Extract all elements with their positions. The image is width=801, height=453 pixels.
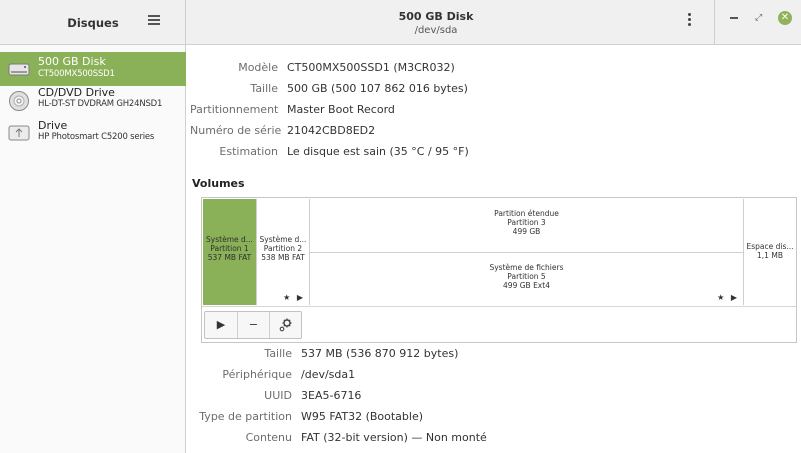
partition-size-label: Taille	[264, 347, 292, 360]
minimize-button[interactable]	[730, 17, 738, 19]
segment-line: Système d...	[206, 235, 253, 244]
segment-line: 1,1 MB	[757, 251, 783, 260]
partition-flags: ★ ▶	[283, 293, 305, 302]
hard-disk-icon	[8, 58, 30, 80]
sidebar-item-desc: CT500MX500SSD1	[38, 69, 115, 79]
partition-type-value: W95 FAT32 (Bootable)	[301, 410, 424, 423]
device-value: /dev/sda1	[301, 368, 356, 381]
segment-line: Système d...	[259, 235, 307, 244]
sidebar-item-name: 500 GB Disk	[38, 55, 106, 68]
content-label: Contenu	[245, 431, 292, 444]
sidebar-item-drive[interactable]: Drive HP Photosmart C5200 series	[0, 119, 186, 153]
segment-line: Partition 5	[507, 272, 546, 281]
segment-line: Partition 1	[210, 244, 249, 253]
partition-size-value: 537 MB (536 870 912 bytes)	[301, 347, 459, 360]
volumes-heading: Volumes	[192, 177, 245, 190]
assessment-value: Le disque est sain (35 °C / 95 °F)	[287, 145, 469, 158]
optical-disc-icon	[8, 90, 30, 112]
usb-drive-icon	[8, 122, 30, 144]
partition-5-segment[interactable]: Système de fichiers Partition 5 499 GB E…	[310, 252, 744, 305]
free-space-segment[interactable]: Espace dis... 1,1 MB	[744, 199, 796, 305]
size-label: Taille	[250, 82, 278, 95]
device-sidebar: 500 GB Disk CT500MX500SSD1 CD/DVD Drive …	[0, 45, 186, 453]
uuid-label: UUID	[264, 389, 292, 402]
disk-device-path: /dev/sda	[414, 25, 458, 36]
size-value: 500 GB (500 107 862 016 bytes)	[287, 82, 468, 95]
segment-line: Espace dis...	[746, 242, 794, 251]
sidebar-item-desc: HL-DT-ST DVDRAM GH24NSD1	[38, 99, 163, 109]
partition-2-segment[interactable]: Système d... Partition 2 538 MB FAT ★ ▶	[257, 199, 310, 305]
serial-label: Numéro de série	[190, 124, 282, 137]
sidebar-item-500gb-disk[interactable]: 500 GB Disk CT500MX500SSD1	[0, 52, 186, 86]
sidebar-item-cd-dvd-drive[interactable]: CD/DVD Drive HL-DT-ST DVDRAM GH24NSD1	[0, 86, 186, 120]
segment-line: Système de fichiers	[489, 263, 564, 272]
partition-flags: ★ ▶	[717, 293, 739, 302]
more-options-icon[interactable]	[687, 13, 693, 31]
sidebar-item-desc: HP Photosmart C5200 series	[38, 132, 155, 142]
disk-title: 500 GB Disk	[398, 10, 474, 23]
segment-line: 499 GB	[512, 227, 541, 236]
content-value: FAT (32-bit version) — Non monté	[301, 431, 487, 444]
segment-line: Partition étendue	[494, 209, 559, 218]
gears-icon[interactable]	[269, 312, 301, 338]
close-button[interactable]: ✕	[778, 11, 792, 25]
sidebar-header: Disques	[0, 0, 186, 45]
volumes-map: Système d... Partition 1 537 MB FAT Syst…	[201, 197, 797, 343]
uuid-value: 3EA5-6716	[301, 389, 362, 402]
header-bar: Disques 500 GB Disk /dev/sda ⤢ ✕	[0, 0, 801, 45]
model-value: CT500MX500SSD1 (M3CR032)	[287, 61, 455, 74]
header-divider	[714, 0, 715, 45]
sidebar-item-name: Drive	[38, 119, 68, 132]
segment-line: Partition 2	[263, 244, 303, 253]
delete-partition-button[interactable]: −	[237, 312, 269, 338]
serial-value: 21042CBD8ED2	[287, 124, 376, 137]
partitioning-label: Partitionnement	[190, 103, 279, 116]
model-label: Modèle	[238, 61, 278, 74]
assessment-label: Estimation	[219, 145, 278, 158]
volume-actions-group: ▶ −	[204, 311, 302, 339]
volume-toolbar: ▶ −	[202, 306, 796, 342]
extended-partition-segment[interactable]: Partition étendue Partition 3 499 GB	[310, 199, 744, 252]
segment-line: 499 GB Ext4	[503, 281, 550, 290]
partitioning-value: Master Boot Record	[287, 103, 395, 116]
segment-line: Partition 3	[507, 218, 546, 227]
hamburger-menu-icon[interactable]	[148, 15, 160, 25]
segment-line: 537 MB FAT	[207, 253, 252, 262]
partition-1-segment[interactable]: Système d... Partition 1 537 MB FAT	[203, 199, 257, 305]
mount-button[interactable]: ▶	[205, 312, 237, 338]
sidebar-item-name: CD/DVD Drive	[38, 86, 115, 99]
partition-type-label: Type de partition	[199, 410, 292, 423]
device-label: Périphérique	[222, 368, 292, 381]
maximize-button[interactable]: ⤢	[755, 13, 763, 23]
segment-line: 538 MB FAT	[261, 253, 305, 262]
